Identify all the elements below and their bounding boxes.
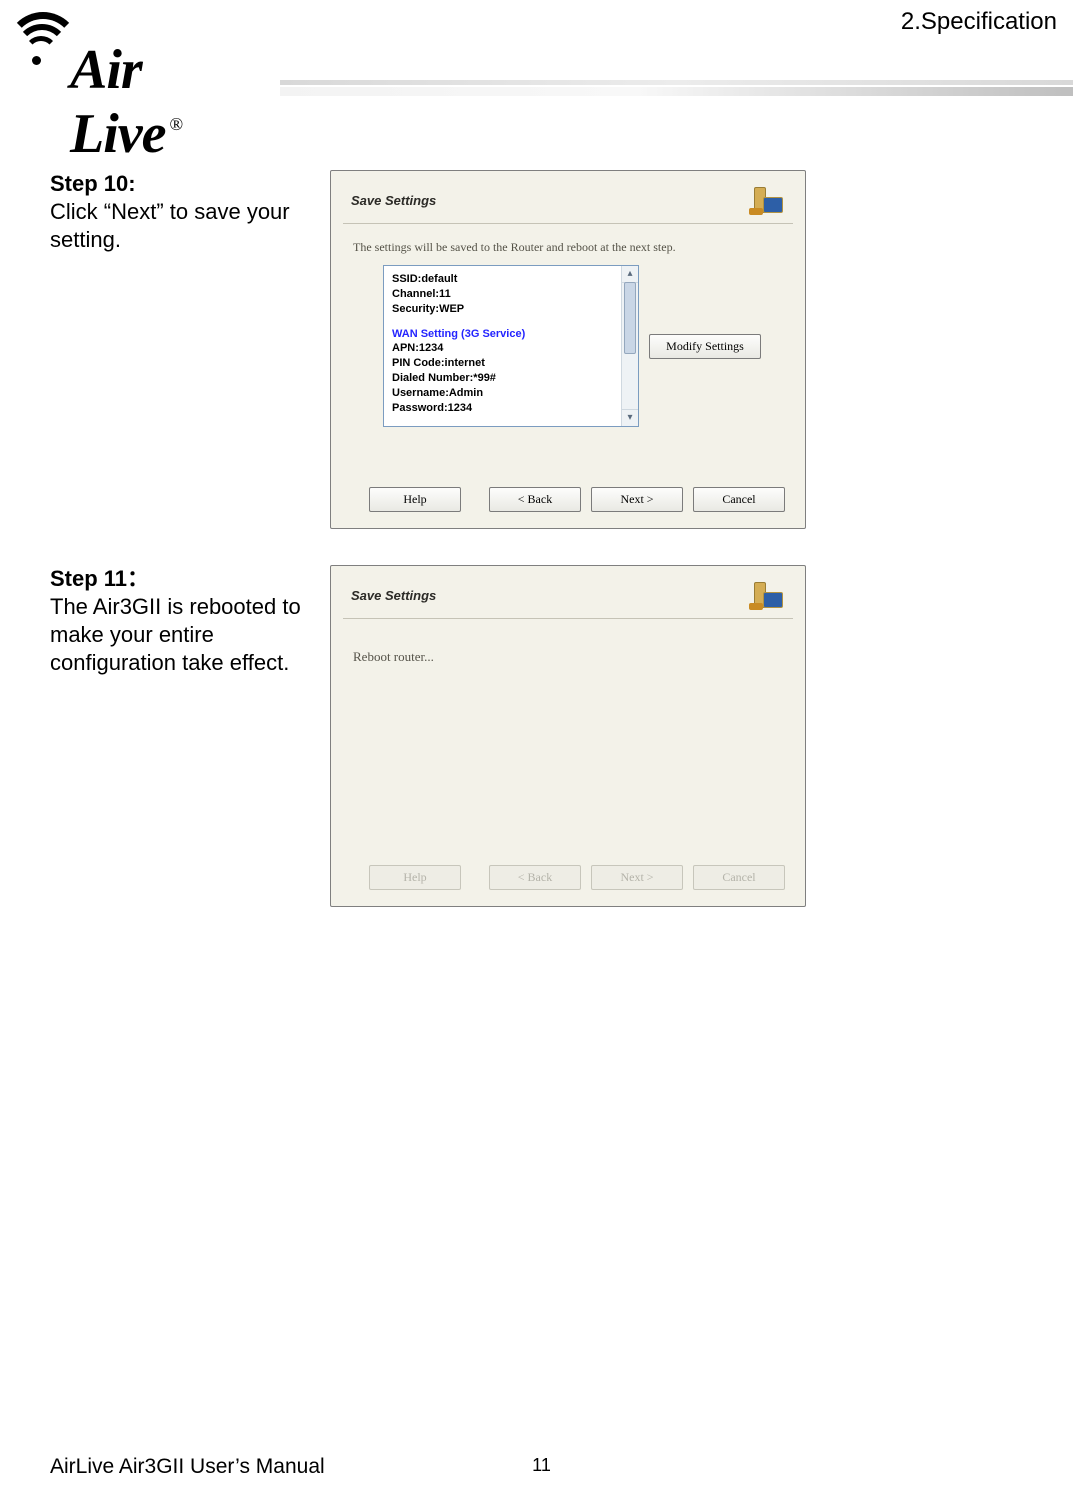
scroll-down-icon[interactable]: ▾ bbox=[622, 409, 638, 426]
scroll-thumb[interactable] bbox=[624, 282, 636, 354]
footer-manual: AirLive Air3GII User’s Manual bbox=[50, 1455, 325, 1479]
scroll-up-icon[interactable]: ▴ bbox=[622, 266, 638, 283]
lb-pwd: Password:1234 bbox=[392, 401, 614, 416]
step-10-text: Click “Next” to save your setting. bbox=[50, 198, 310, 254]
help-button[interactable]: Help bbox=[369, 487, 461, 512]
lb-user: Username:Admin bbox=[392, 386, 614, 401]
listbox-scrollbar[interactable]: ▴ ▾ bbox=[621, 266, 638, 426]
section-label: 2.Specification bbox=[901, 8, 1057, 36]
wifi-icon bbox=[6, 12, 76, 82]
lb-security: Security:WEP bbox=[392, 302, 614, 317]
lb-pin: PIN Code:internet bbox=[392, 356, 614, 371]
settings-listbox[interactable]: SSID:default Channel:11 Security:WEP WAN… bbox=[383, 265, 639, 427]
footer-page-number: 11 bbox=[532, 1455, 551, 1476]
modify-settings-button[interactable]: Modify Settings bbox=[649, 334, 761, 359]
save-settings-pane-1: Save Settings The settings will be saved… bbox=[330, 170, 806, 529]
registered-mark: ® bbox=[169, 114, 183, 134]
pane-title-2: Save Settings bbox=[351, 588, 436, 603]
back-button[interactable]: < Back bbox=[489, 487, 581, 512]
step-10-caption: Step 10: Click “Next” to save your setti… bbox=[50, 170, 330, 254]
cancel-button[interactable]: Cancel bbox=[693, 487, 785, 512]
page-header: 2.Specification Air Live® bbox=[0, 0, 1073, 140]
header-rule bbox=[280, 80, 1073, 122]
back-button-disabled: < Back bbox=[489, 865, 581, 890]
step-11-text: The Air3GII is rebooted to make your ent… bbox=[50, 593, 310, 677]
step-11-caption: Step 11： The Air3GII is rebooted to make… bbox=[50, 565, 330, 678]
page-footer: AirLive Air3GII User’s Manual 11 bbox=[50, 1455, 1033, 1479]
step-11-row: Step 11： The Air3GII is rebooted to make… bbox=[50, 565, 1033, 907]
router-icon bbox=[751, 185, 785, 215]
next-button[interactable]: Next > bbox=[591, 487, 683, 512]
save-settings-pane-2: Save Settings Reboot router... Help < Ba… bbox=[330, 565, 806, 907]
lb-apn: APN:1234 bbox=[392, 341, 614, 356]
lb-wan-header: WAN Setting (3G Service) bbox=[392, 327, 614, 342]
pane-title: Save Settings bbox=[351, 193, 436, 208]
listbox-content: SSID:default Channel:11 Security:WEP WAN… bbox=[384, 266, 622, 426]
lb-ssid: SSID:default bbox=[392, 272, 614, 287]
help-button-disabled: Help bbox=[369, 865, 461, 890]
lb-channel: Channel:11 bbox=[392, 287, 614, 302]
step-10-title: Step 10: bbox=[50, 170, 310, 198]
router-icon bbox=[751, 580, 785, 610]
cancel-button-disabled: Cancel bbox=[693, 865, 785, 890]
reboot-text: Reboot router... bbox=[331, 619, 805, 805]
pane-note: The settings will be saved to the Router… bbox=[331, 224, 805, 265]
next-button-disabled: Next > bbox=[591, 865, 683, 890]
logo-text-a: A bbox=[70, 39, 106, 101]
lb-dialed: Dialed Number:*99# bbox=[392, 371, 614, 386]
step-10-row: Step 10: Click “Next” to save your setti… bbox=[50, 170, 1033, 529]
step-11-title: Step 11： bbox=[50, 565, 310, 593]
